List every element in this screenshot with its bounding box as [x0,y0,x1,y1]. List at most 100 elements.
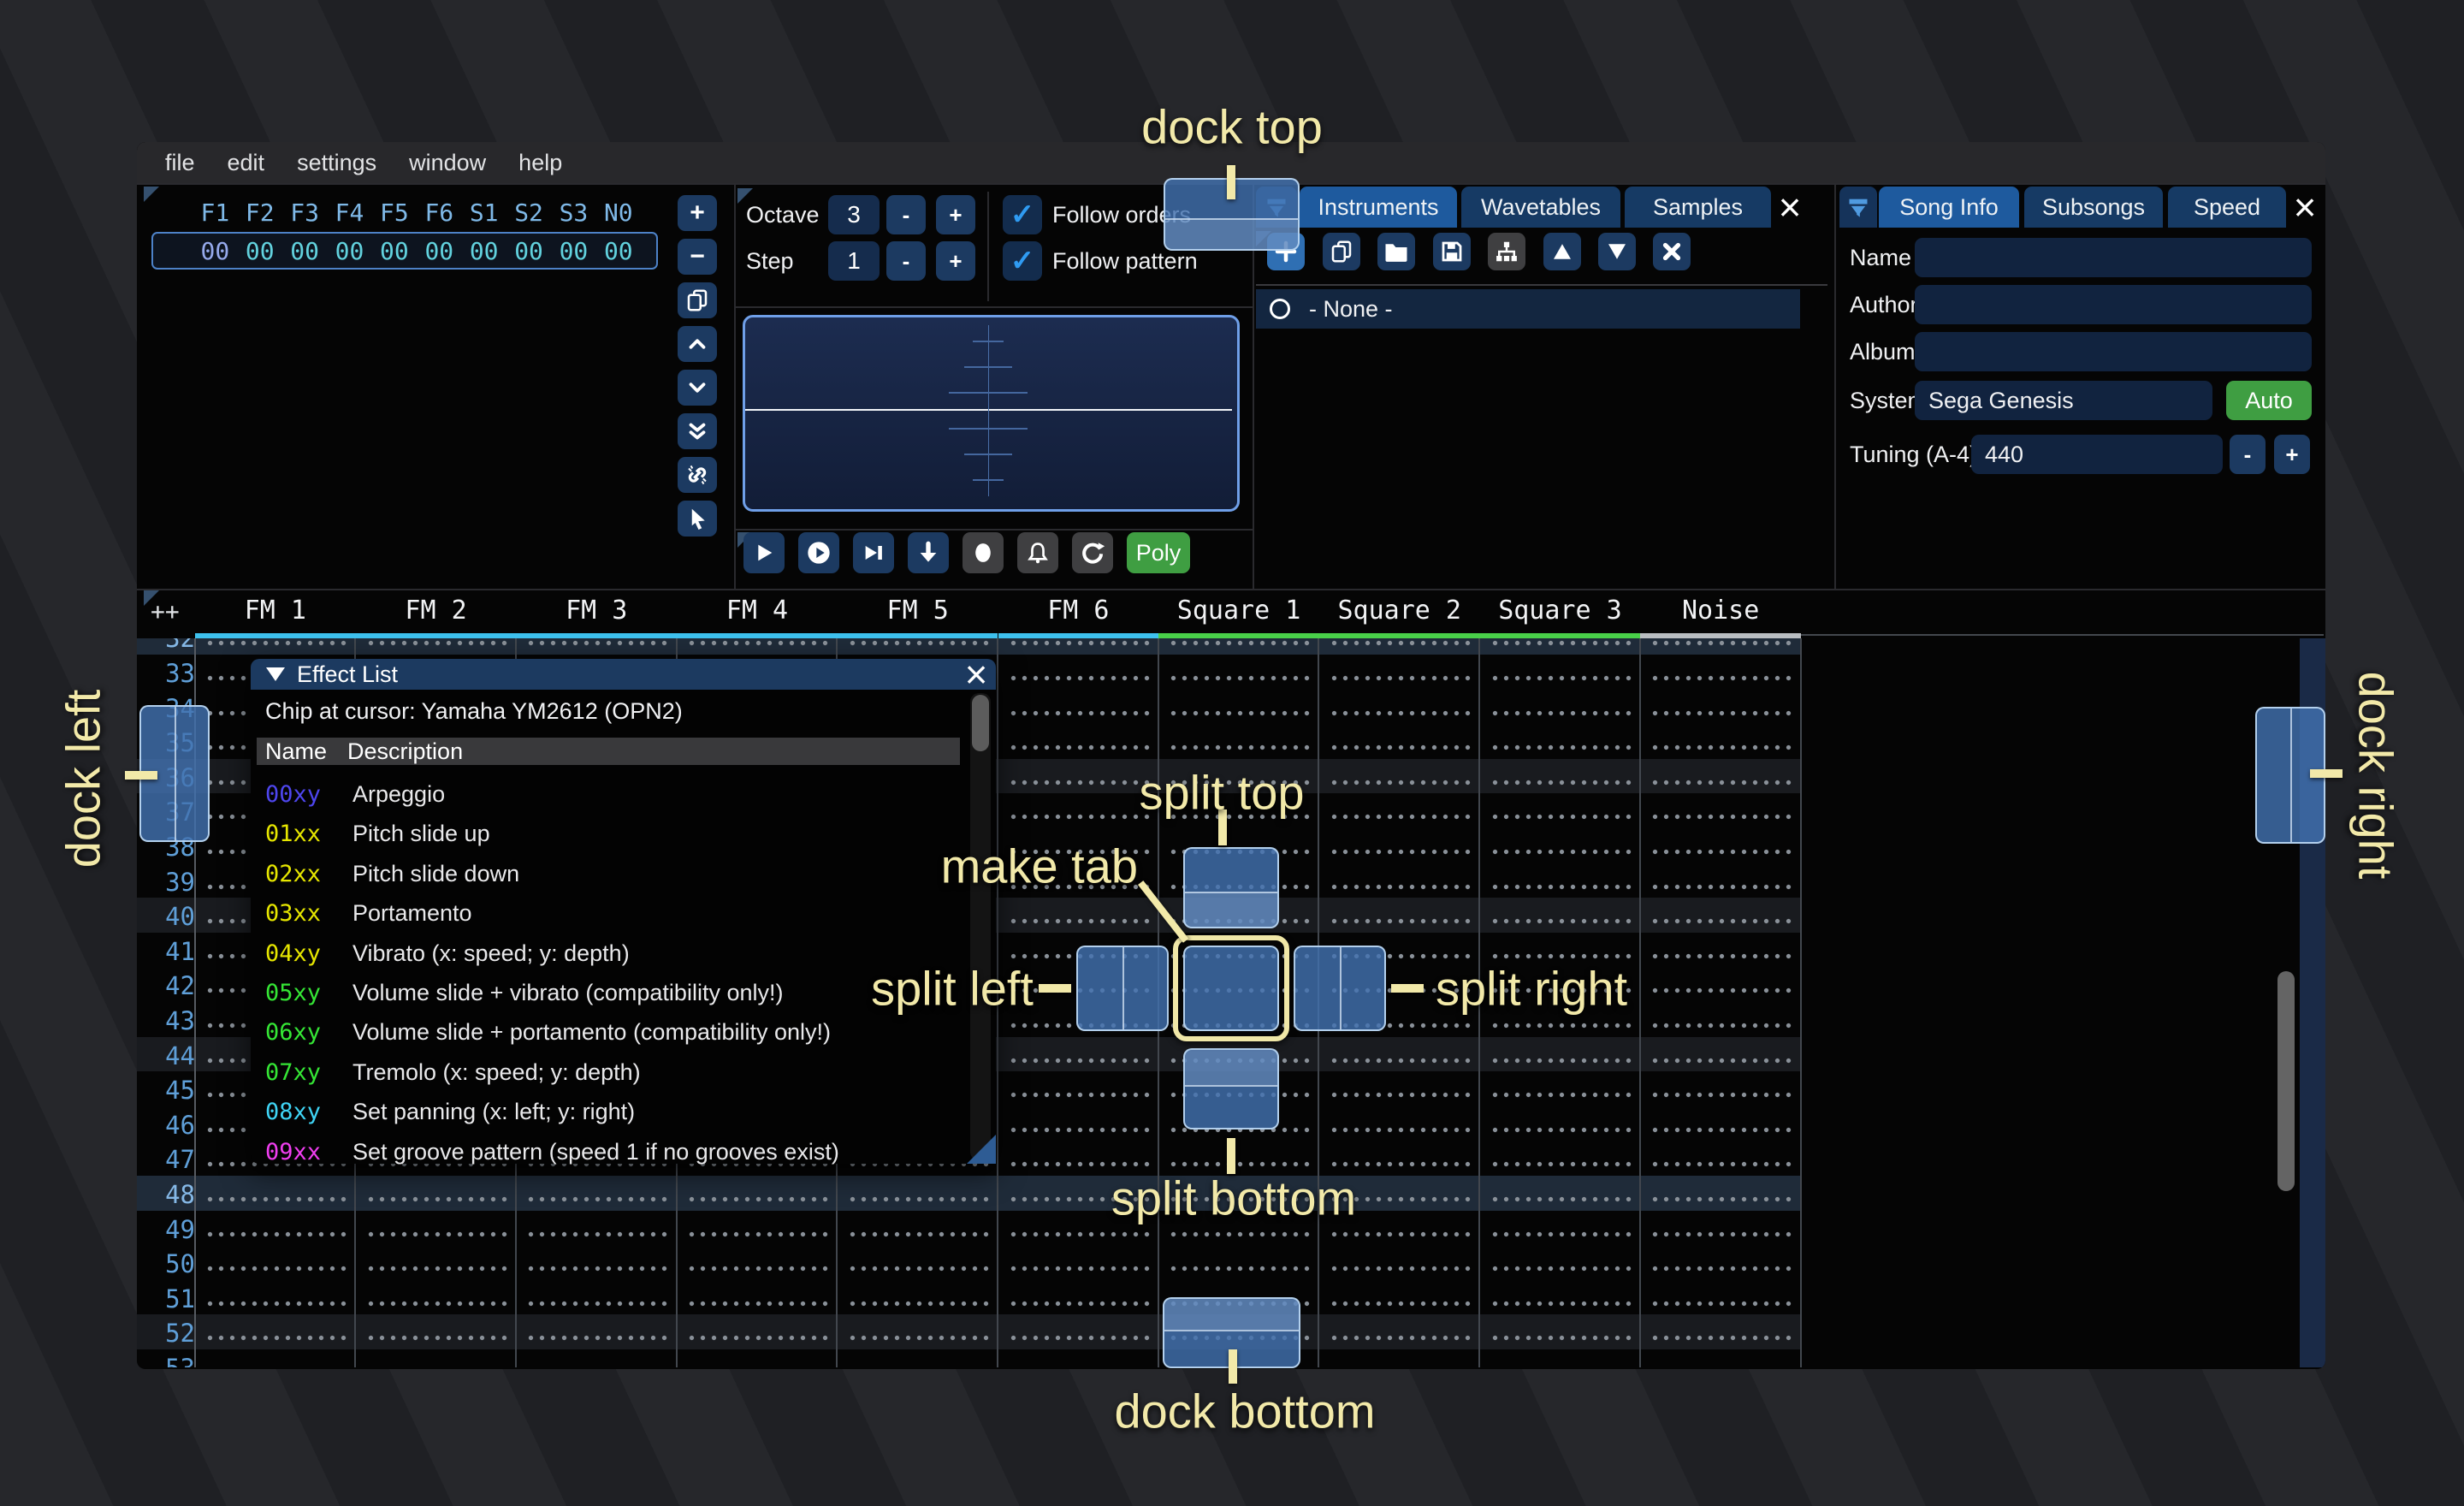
pattern-cell-empty[interactable] [1488,780,1633,786]
album-input[interactable] [1915,332,2312,371]
pattern-cell-empty[interactable] [1006,1231,1152,1237]
pattern-cell-empty[interactable] [1166,1161,1312,1167]
order-cell[interactable]: 00 [192,238,237,265]
pattern-cell-empty[interactable] [1488,1266,1633,1272]
channel-header-square-3[interactable]: Square 3 [1480,597,1641,625]
effect-row[interactable]: 01xxPitch slide up [251,815,996,855]
pattern-cell-empty[interactable] [1648,1023,1793,1029]
play-from-cursor-button[interactable] [853,532,894,573]
pattern-cell-empty[interactable] [1006,675,1152,681]
tuning-input[interactable]: 440 [1971,435,2223,474]
pattern-cell-empty[interactable] [1648,710,1793,716]
play-button[interactable] [743,532,785,573]
menu-item-window[interactable]: window [393,150,502,176]
pattern-cell-empty[interactable] [1648,814,1793,820]
pattern-cell-empty[interactable] [1648,1196,1793,1202]
delete-instrument-button[interactable] [1653,233,1691,270]
pattern-cell-empty[interactable] [1166,1231,1312,1237]
follow-orders-checkbox[interactable]: ✓ [1003,195,1042,234]
effect-row[interactable]: 04xyVibrato (x: speed; y: depth) [251,935,996,975]
pattern-cell-empty[interactable] [1006,849,1152,855]
pattern-cell-empty[interactable] [1648,849,1793,855]
pattern-cell-empty[interactable] [1327,987,1472,993]
pattern-cell-empty[interactable] [1648,1127,1793,1133]
order-column-header-F1[interactable]: F1 [192,200,237,226]
order-cell[interactable]: 00 [506,238,551,265]
pattern-cell-empty[interactable] [1327,710,1472,716]
pattern-cell-empty[interactable] [1166,675,1312,681]
order-cell[interactable]: 00 [282,238,327,265]
step-one-row-button[interactable] [908,532,949,573]
effect-row[interactable]: 06xyVolume slide + portamento (compatibi… [251,1014,996,1053]
song-info-tabbar-close[interactable]: × [2286,188,2324,226]
pattern-cell-empty[interactable] [1327,918,1472,924]
pattern-cell-empty[interactable] [1648,1335,1793,1341]
add-order-button[interactable]: + [678,195,717,231]
auto-system-button[interactable]: Auto [2226,381,2312,420]
pattern-cell-empty[interactable] [1166,1196,1312,1202]
pattern-cell-empty[interactable] [1006,1092,1152,1098]
menu-item-file[interactable]: file [149,150,211,176]
order-change-mode-button[interactable] [678,501,717,537]
pattern-cell-empty[interactable] [1006,1196,1152,1202]
move-instrument-down-button[interactable] [1598,233,1636,270]
pattern-cell-empty[interactable] [1488,814,1633,820]
instrument-folders-button[interactable] [1488,233,1525,270]
pattern-cell-empty[interactable] [1488,1231,1633,1237]
pattern-cell-empty[interactable] [1006,640,1152,646]
tab-instruments[interactable]: Instruments [1300,187,1457,228]
pattern-cell-empty[interactable] [1006,814,1152,820]
pattern-cell-empty[interactable] [1327,1161,1472,1167]
order-column-header-S3[interactable]: S3 [551,200,595,226]
pattern-cell-empty[interactable] [1648,1301,1793,1307]
resize-grip-icon[interactable] [967,1135,996,1164]
tab-speed[interactable]: Speed [2168,187,2286,228]
channel-header-square-2[interactable]: Square 2 [1319,597,1480,625]
pattern-cell-empty[interactable] [1327,1335,1472,1341]
pattern-cell-empty[interactable] [364,1266,509,1272]
effect-list-close[interactable]: × [957,655,995,693]
pattern-cell-empty[interactable] [203,1266,348,1272]
pattern-cell-empty[interactable] [845,1335,991,1341]
pattern-cell-empty[interactable] [1166,1058,1312,1064]
duplicate-order-end-button[interactable] [678,413,717,449]
pattern-cell-empty[interactable] [1327,1092,1472,1098]
pattern-cell-empty[interactable] [203,1301,348,1307]
pattern-cell-empty[interactable] [1327,953,1472,959]
pattern-cell-empty[interactable] [845,1266,991,1272]
channel-header-noise[interactable]: Noise [1640,597,1801,625]
channel-header-square-1[interactable]: Square 1 [1158,597,1319,625]
channel-header-fm-4[interactable]: FM 4 [677,597,838,625]
pattern-cell-empty[interactable] [1166,1266,1312,1272]
pattern-cell-empty[interactable] [1648,675,1793,681]
effect-list-scrollbar-thumb[interactable] [972,695,989,751]
remove-order-button[interactable]: − [678,239,717,275]
pattern-cell-empty[interactable] [845,1196,991,1202]
pattern-cell-empty[interactable] [364,1231,509,1237]
pattern-cell-empty[interactable] [1648,953,1793,959]
pattern-cell-empty[interactable] [845,1231,991,1237]
pattern-cell-empty[interactable] [364,640,509,646]
octave-value[interactable]: 3 [828,195,880,234]
step-plus-button[interactable]: + [936,241,975,281]
pattern-cell-empty[interactable] [1648,1092,1793,1098]
pattern-cell-empty[interactable] [1488,1335,1633,1341]
pattern-cell-empty[interactable] [1648,1058,1793,1064]
pattern-cell-empty[interactable] [203,640,348,646]
tuning-minus-button[interactable]: - [2230,435,2266,474]
pattern-cell-empty[interactable] [364,1196,509,1202]
order-column-header-F3[interactable]: F3 [282,200,327,226]
author-input[interactable] [1915,285,2312,324]
pattern-cell-empty[interactable] [1006,1023,1152,1029]
pattern-cell-empty[interactable] [1006,1301,1152,1307]
effect-row[interactable]: 05xyVolume slide + vibrato (compatibilit… [251,975,996,1014]
pattern-cell-empty[interactable] [1488,1196,1633,1202]
pattern-cell-empty[interactable] [1006,710,1152,716]
effect-row[interactable]: 07xyTremolo (x: speed; y: depth) [251,1054,996,1094]
order-cell[interactable]: 00 [417,238,461,265]
pattern-cell-empty[interactable] [364,1301,509,1307]
pattern-cell-empty[interactable] [203,1196,348,1202]
pattern-cell-empty[interactable] [1327,780,1472,786]
pattern-cell-empty[interactable] [1166,1023,1312,1029]
song-info-filter-tab[interactable] [1839,187,1877,228]
